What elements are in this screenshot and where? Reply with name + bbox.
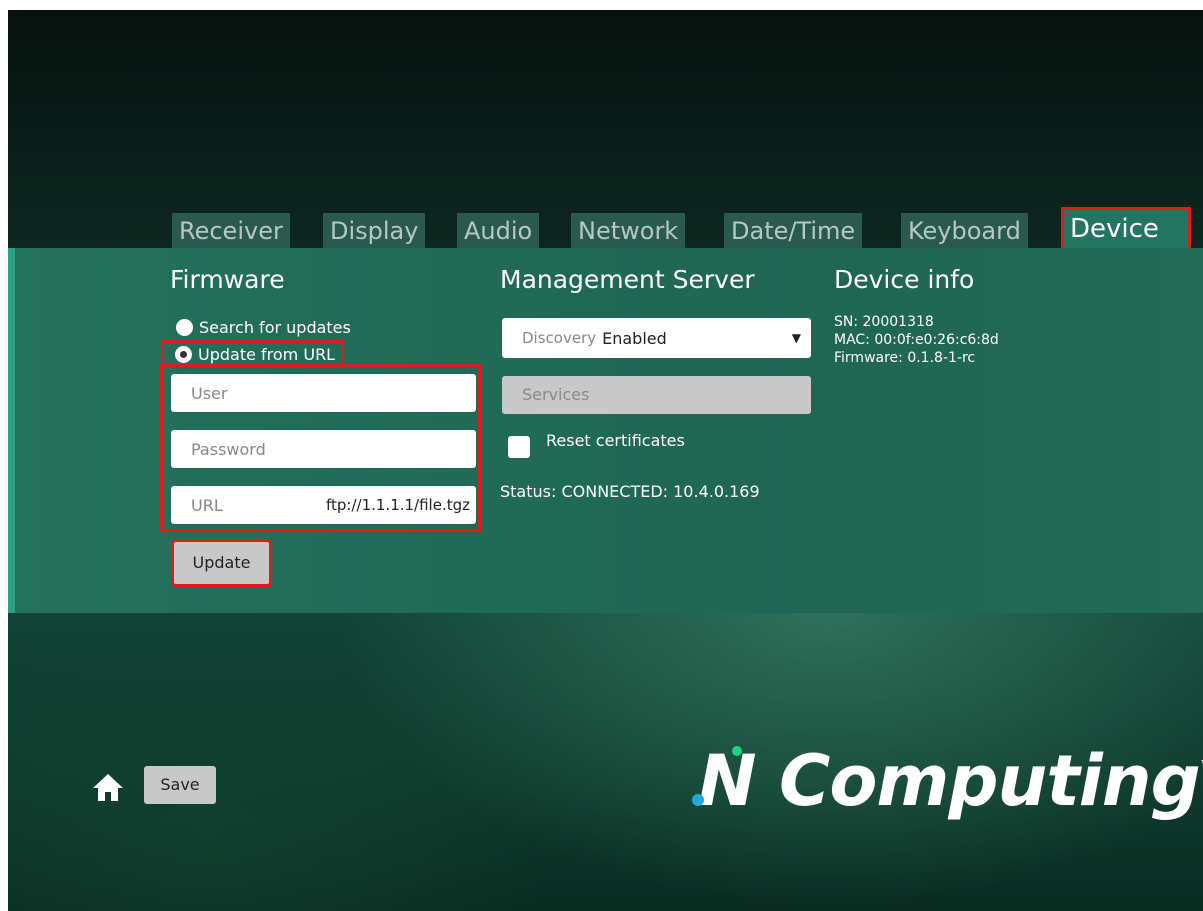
discovery-select[interactable]: Discovery Enabled ▼	[502, 318, 811, 358]
radio-search-updates[interactable]: Search for updates	[176, 318, 351, 337]
discovery-value: Enabled	[602, 328, 667, 348]
logo-dot-green	[732, 746, 742, 756]
url-field-label: URL	[191, 495, 223, 515]
triangle-down-icon: ▼	[791, 331, 801, 345]
save-button[interactable]: Save	[144, 766, 216, 804]
services-button[interactable]: Services	[502, 376, 811, 414]
logo-dot-blue	[692, 794, 704, 806]
tab-network[interactable]: Network	[571, 213, 686, 249]
radio-button[interactable]	[176, 319, 193, 336]
reset-certificates-label: Reset certificates	[546, 431, 685, 450]
tab-date-time[interactable]: Date/Time	[724, 213, 863, 249]
serial-number: SN: 20001318	[834, 314, 934, 330]
firmware-title: Firmware	[170, 265, 285, 294]
tab-receiver[interactable]: Receiver	[172, 213, 290, 249]
reset-certificates-checkbox[interactable]	[508, 436, 530, 458]
update-button[interactable]: Update	[171, 539, 272, 587]
firmware-version: Firmware: 0.1.8-1-rc	[834, 350, 976, 366]
home-icon[interactable]	[91, 772, 125, 802]
device-settings-screen: Receiver Display Audio Network Date/Time…	[8, 10, 1203, 911]
tab-audio[interactable]: Audio	[457, 213, 540, 249]
logo-n: N	[692, 740, 779, 822]
device-info-title: Device info	[834, 265, 975, 294]
radio-button-selected[interactable]	[175, 345, 192, 363]
radio-search-updates-label: Search for updates	[199, 318, 351, 337]
mac-address: MAC: 00:0f:e0:26:c6:8d	[834, 332, 999, 348]
ncomputing-logo: N Computing™	[692, 740, 1203, 822]
url-field-value[interactable]: ftp://1.1.1.1/file.tgz	[326, 496, 470, 514]
radio-update-from-url-label: Update from URL	[198, 344, 336, 364]
management-server-title: Management Server	[500, 265, 755, 294]
password-input[interactable]	[171, 430, 476, 468]
tab-keyboard[interactable]: Keyboard	[901, 213, 1028, 249]
tab-display[interactable]: Display	[323, 213, 426, 249]
tab-device[interactable]: Device	[1061, 207, 1191, 251]
radio-update-from-url[interactable]: Update from URL	[160, 340, 345, 368]
logo-computing: Computing	[778, 740, 1201, 822]
url-field[interactable]: URL ftp://1.1.1.1/file.tgz	[171, 486, 476, 524]
user-input[interactable]	[171, 374, 476, 412]
connection-status: Status: CONNECTED: 10.4.0.169	[500, 482, 760, 501]
discovery-label: Discovery	[522, 329, 597, 347]
